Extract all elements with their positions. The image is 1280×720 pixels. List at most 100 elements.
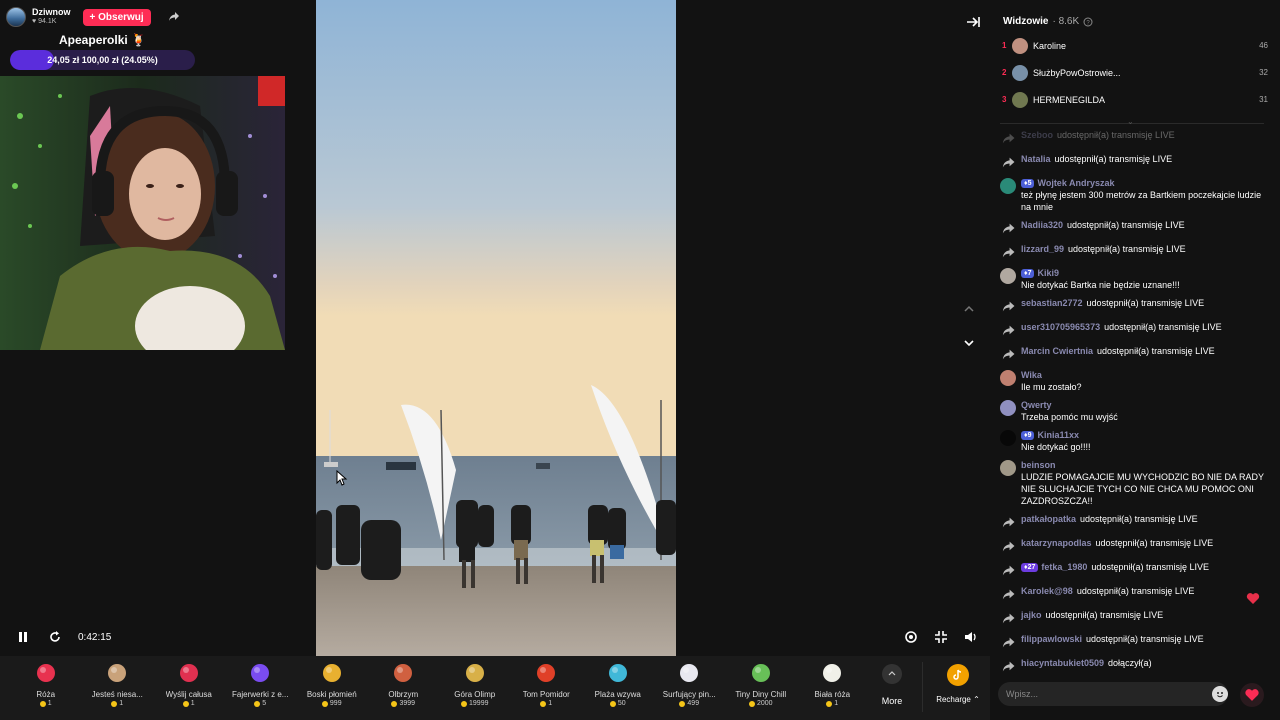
expand-chevron-icon[interactable]: ⌄ xyxy=(1127,117,1134,126)
chat-event-text: udostępnił(a) transmisję LIVE xyxy=(1086,634,1204,644)
chat-username-line: ♦9 Kinia11xx xyxy=(1021,429,1091,441)
avatar[interactable] xyxy=(1000,268,1016,284)
stream-area: Dziwnow ♥ 94.1K + Obserwuj Apeaperolki 🍹… xyxy=(0,0,990,656)
chat-text: ♦27 fetka_1980 udostępnił(a) transmisję LI… xyxy=(1021,561,1209,573)
chat-text: Nadiia320 udostępnił(a) transmisję LIVE xyxy=(1021,219,1185,231)
top-viewer-row[interactable]: 2 SłużbyPowOstrowie... 32 xyxy=(990,59,1280,86)
share-icon[interactable] xyxy=(163,6,185,28)
gift-item[interactable]: Góra Olimp 19999 xyxy=(439,656,511,707)
host-avatar[interactable] xyxy=(6,7,26,27)
main-video[interactable] xyxy=(316,0,676,656)
chat-username[interactable]: beinson xyxy=(1021,460,1056,470)
chat-share-event: filippawlowski udostępnił(a) transmisję L… xyxy=(1000,630,1270,654)
info-icon[interactable]: ? xyxy=(1083,17,1093,27)
avatar[interactable] xyxy=(1012,64,1028,81)
gift-name: Róża xyxy=(36,690,56,699)
level-badge-value: 5 xyxy=(1027,180,1032,187)
gift-item[interactable]: Tiny Diny Chill 2000 xyxy=(725,656,797,707)
gift-item[interactable]: Surfujący pin... 499 xyxy=(654,656,726,707)
chat-username[interactable]: Wika xyxy=(1021,370,1042,380)
avatar[interactable] xyxy=(1000,430,1016,446)
gift-price: 1 xyxy=(39,700,52,707)
chat-username[interactable]: Kiki9 xyxy=(1037,268,1059,278)
player-right-controls xyxy=(902,628,980,646)
exit-fullscreen-icon[interactable] xyxy=(932,628,950,646)
avatar[interactable] xyxy=(1000,400,1016,416)
gift-price-value: 999 xyxy=(329,700,342,707)
chat-share-event: Nadiia320 udostępnił(a) transmisję LIVE xyxy=(1000,216,1270,240)
gift-item[interactable]: Biała róża 1 xyxy=(797,656,869,707)
chat-username[interactable]: Kinia11xx xyxy=(1037,430,1079,440)
chat-feed[interactable]: Szeboo udostępnił(a) transmisję LIVE Natal… xyxy=(1000,126,1270,674)
chat-text: ♦9 Kinia11xx Nie dotykać go!!!! xyxy=(1021,429,1091,453)
share-icon xyxy=(1000,154,1016,170)
chat-username[interactable]: sebastian2772 xyxy=(1021,298,1083,308)
floating-heart-icon xyxy=(1246,592,1260,610)
white-rose-icon xyxy=(819,660,845,686)
gift-price-value: 50 xyxy=(617,700,626,707)
pause-icon[interactable] xyxy=(14,628,32,646)
chat-username[interactable]: Wojtek Andryszak xyxy=(1037,178,1114,188)
settings-icon[interactable] xyxy=(902,628,920,646)
gift-price: 19999 xyxy=(461,700,488,707)
gift-price-value: 2000 xyxy=(756,700,773,707)
avatar[interactable] xyxy=(1000,460,1016,476)
gift-bar: Róża 1 Jesteś niesa... 1 Wyślij całusa 1 Fajer… xyxy=(0,656,990,720)
like-heart-button[interactable] xyxy=(1240,683,1264,707)
share-icon xyxy=(1000,514,1016,530)
coin-icon xyxy=(748,700,755,707)
more-gifts-button[interactable]: More xyxy=(878,664,906,706)
previous-live-button[interactable] xyxy=(958,298,980,320)
chat-username[interactable]: Karolek@98 xyxy=(1021,586,1073,596)
share-icon xyxy=(1000,220,1016,236)
chat-username[interactable]: fetka_1980 xyxy=(1041,562,1087,572)
avatar[interactable] xyxy=(1012,37,1028,54)
chat-username[interactable]: filippawlowski xyxy=(1021,634,1082,644)
collapse-panel-icon[interactable] xyxy=(964,13,982,31)
emoji-icon[interactable] xyxy=(1212,686,1228,702)
chat-username[interactable]: Szeboo xyxy=(1021,130,1053,140)
chat-message: ♦5 Wojtek Andryszak też płynę jestem 300 m… xyxy=(1000,174,1270,216)
next-live-button[interactable] xyxy=(958,332,980,354)
viewers-title: Widzowie xyxy=(1003,16,1049,27)
gift-item[interactable]: Plaża wzywa 50 xyxy=(582,656,654,707)
gift-item[interactable]: Olbrzym 3999 xyxy=(368,656,440,707)
coin-icon xyxy=(391,700,398,707)
chat-username[interactable]: Qwerty xyxy=(1021,400,1052,410)
chat-username[interactable]: patkałopatka xyxy=(1021,514,1076,524)
gift-item[interactable]: Jesteś niesa... 1 xyxy=(82,656,154,707)
avatar[interactable] xyxy=(1000,370,1016,386)
chat-share-event: patkałopatka udostępnił(a) transmisję LIV… xyxy=(1000,510,1270,534)
gift-item[interactable]: Fajerwerki z e... 5 xyxy=(225,656,297,707)
chat-username[interactable]: hiacyntabukiet0509 xyxy=(1021,658,1104,668)
host-info: Dziwnow ♥ 94.1K xyxy=(32,7,71,27)
chat-message: beinson LUDZIE POMAGAJCIE MU WYCHODZIC BO… xyxy=(1000,456,1270,510)
gift-item[interactable]: Boski płomień 999 xyxy=(296,656,368,707)
goal-progress-bar: 24,05 zł 100,00 zł (24.05%) xyxy=(10,50,195,70)
host-name[interactable]: Dziwnow xyxy=(32,7,71,17)
chat-text: filippawlowski udostępnił(a) transmisję L… xyxy=(1021,633,1204,645)
gift-item[interactable]: Róża 1 xyxy=(10,656,82,707)
share-icon xyxy=(1000,130,1016,146)
recharge-button[interactable]: Recharge ⌃ xyxy=(930,664,986,704)
gift-item[interactable]: Tom Pomidor 1 xyxy=(511,656,583,707)
avatar[interactable] xyxy=(1012,91,1028,108)
chat-input[interactable] xyxy=(998,682,1228,706)
refresh-icon[interactable] xyxy=(46,628,64,646)
chat-username[interactable]: Natalia xyxy=(1021,154,1051,164)
volume-icon[interactable] xyxy=(962,628,980,646)
chat-username[interactable]: Nadiia320 xyxy=(1021,220,1063,230)
top-viewer-row[interactable]: 1 Karoline 46 xyxy=(990,32,1280,59)
viewer-rank: 1 xyxy=(1002,41,1007,50)
chat-username[interactable]: jajko xyxy=(1021,610,1042,620)
chat-username[interactable]: lizzard_99 xyxy=(1021,244,1064,254)
top-viewer-row[interactable]: 3 HERMENEGILDA 31 xyxy=(990,86,1280,113)
chat-username[interactable]: katarzynapodlas xyxy=(1021,538,1092,548)
follow-button[interactable]: + Obserwuj xyxy=(82,8,151,26)
gift-item[interactable]: Wyślij całusa 1 xyxy=(153,656,225,707)
avatar[interactable] xyxy=(1000,178,1016,194)
viewer-score: 31 xyxy=(1259,95,1268,104)
chat-username[interactable]: Marcin Cwiertnia xyxy=(1021,346,1093,356)
chat-username[interactable]: user310705965373 xyxy=(1021,322,1100,332)
chat-text: beinson LUDZIE POMAGAJCIE MU WYCHODZIC BO… xyxy=(1021,459,1270,507)
